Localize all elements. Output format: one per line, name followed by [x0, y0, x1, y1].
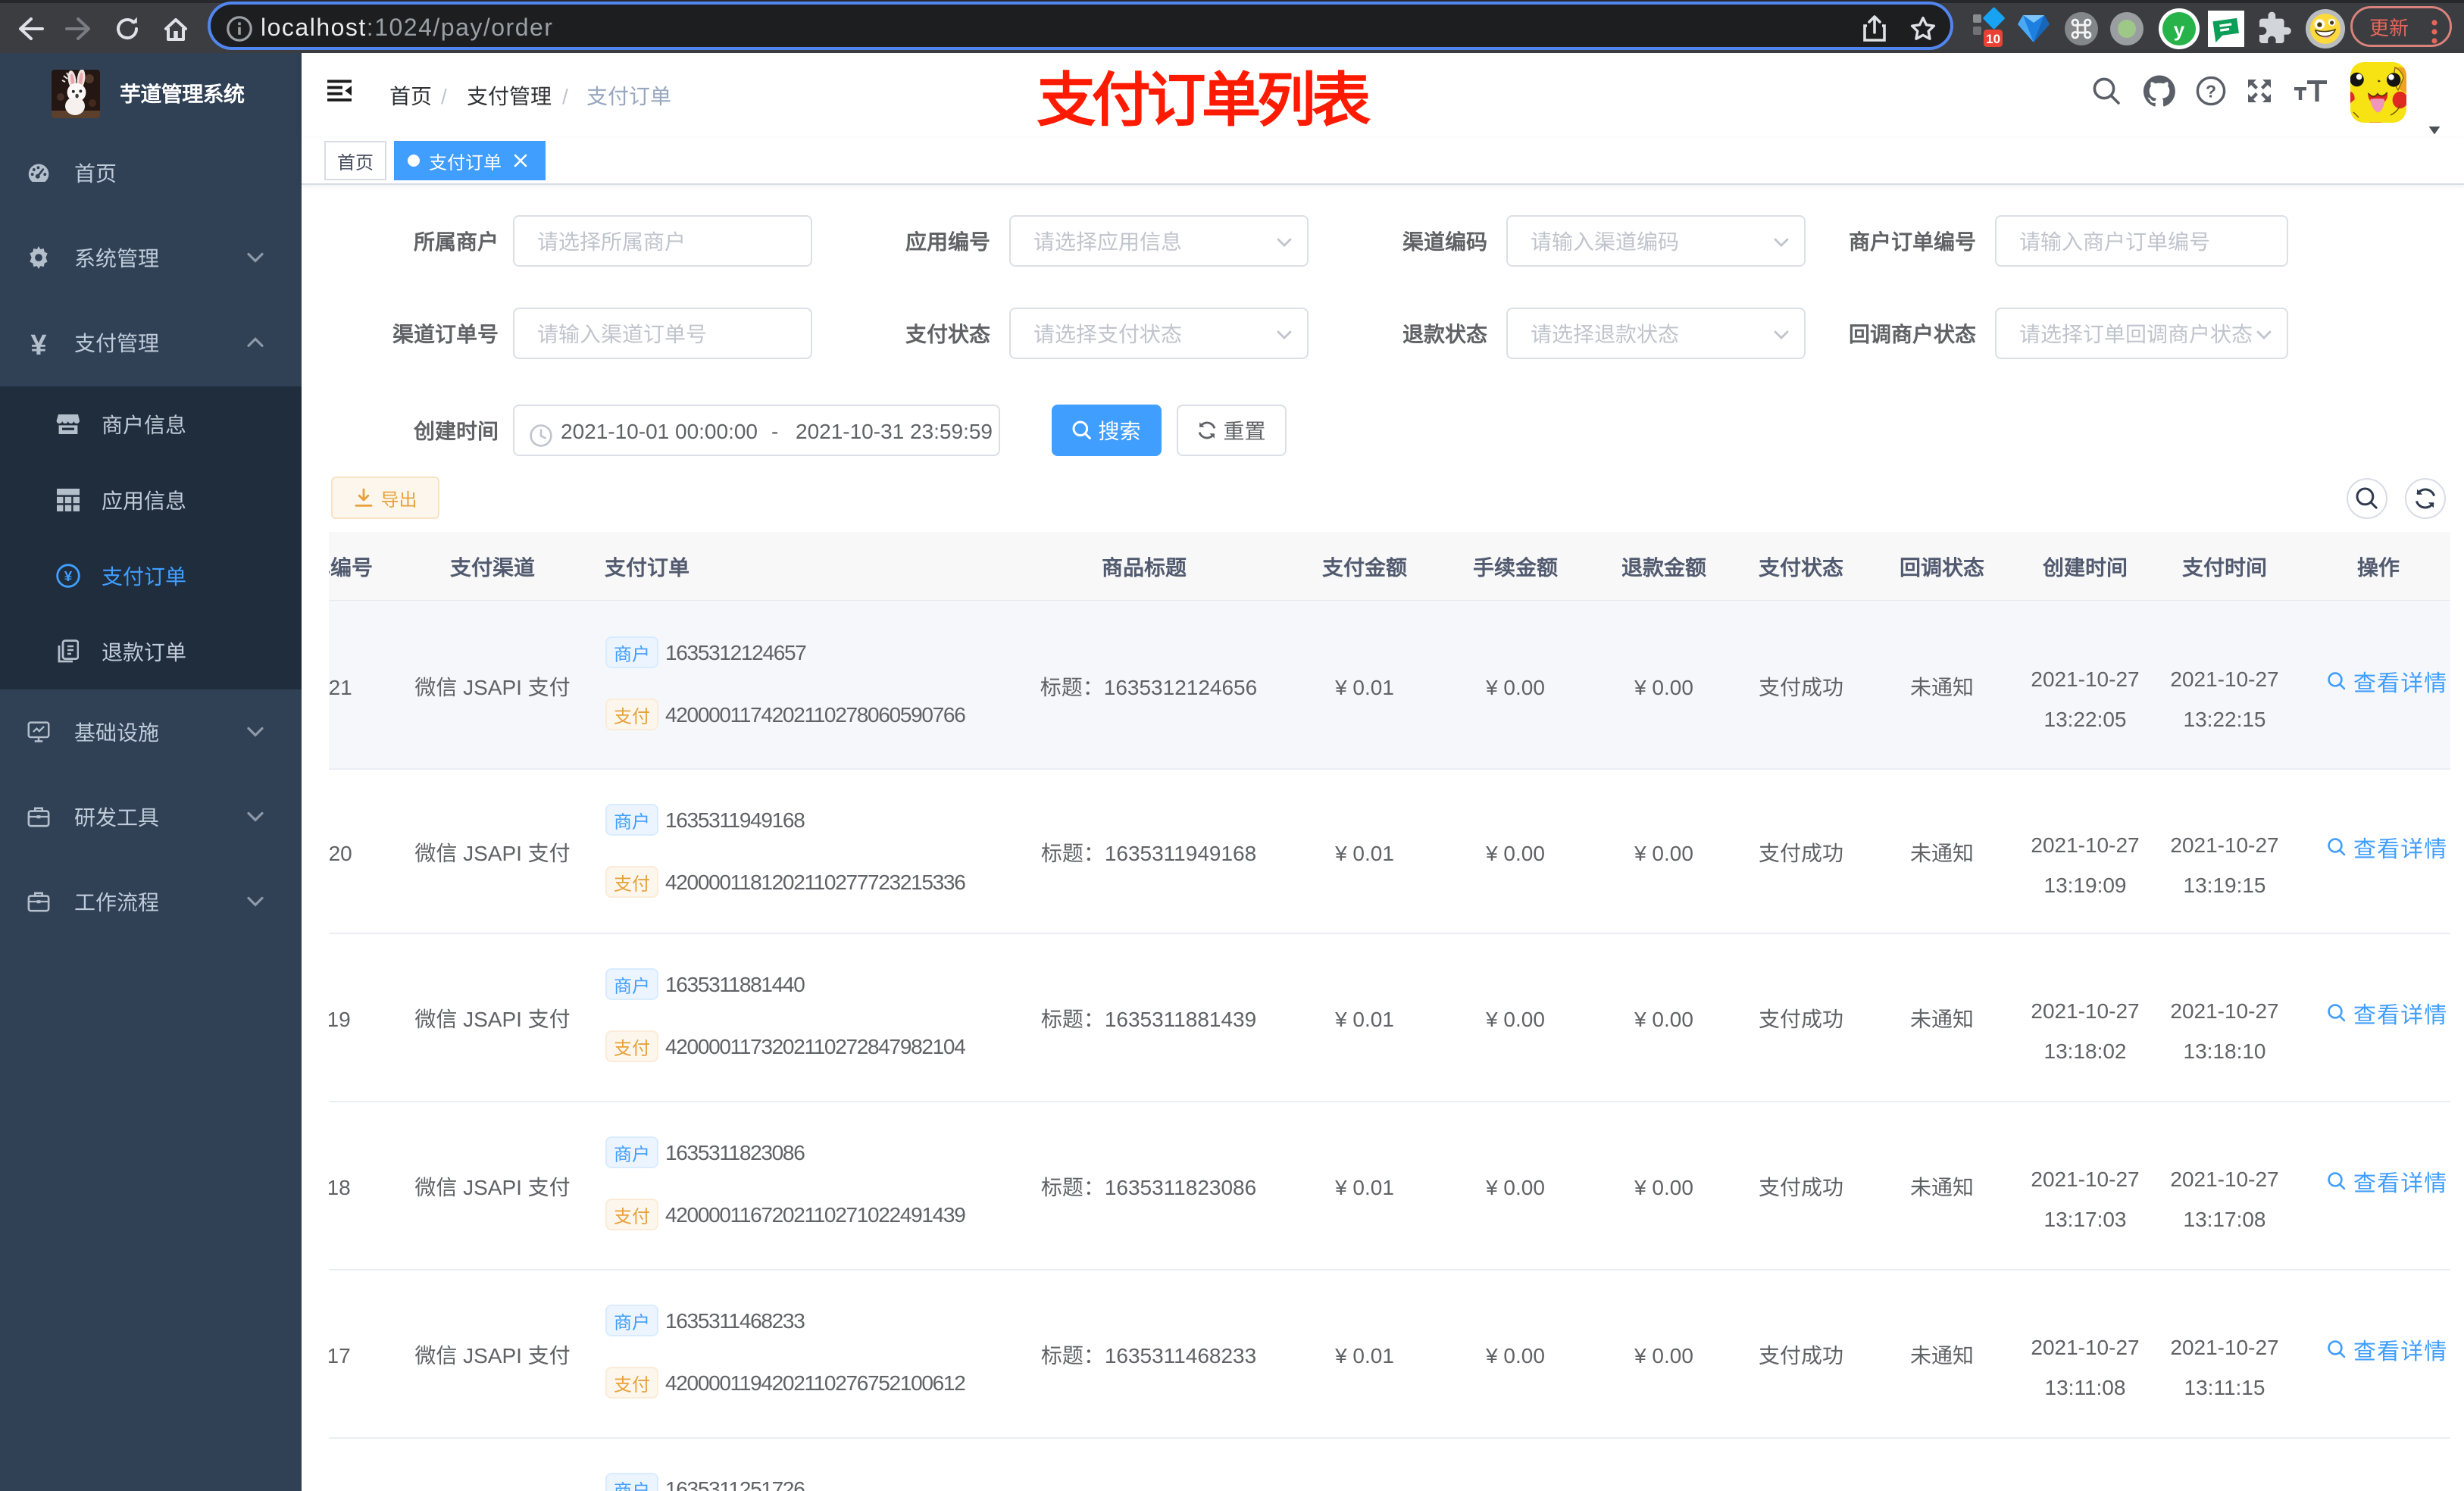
- svg-text:10: 10: [1986, 28, 2000, 47]
- svg-text:y: y: [2174, 14, 2185, 42]
- svg-text:¥: ¥: [64, 565, 73, 586]
- svg-text:?: ?: [2206, 77, 2216, 103]
